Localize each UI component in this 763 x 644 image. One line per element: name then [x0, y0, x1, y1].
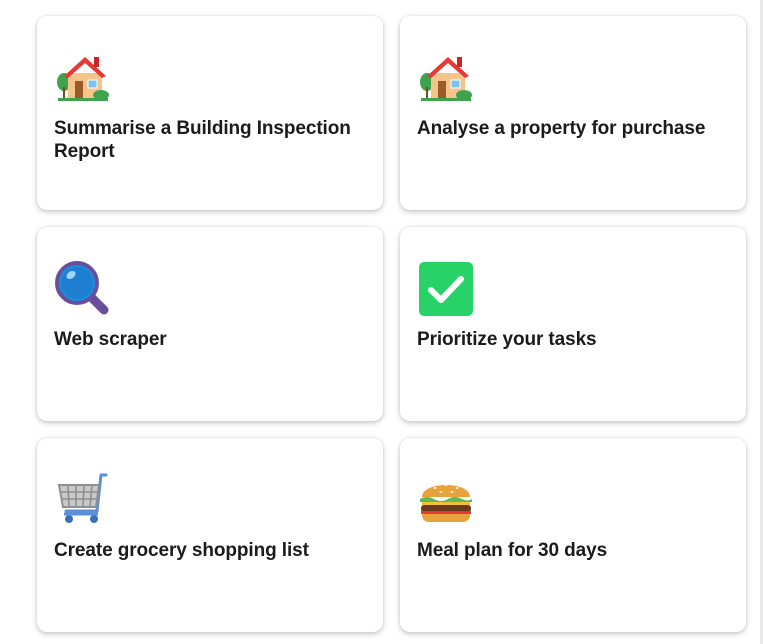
card-title: Create grocery shopping list — [54, 540, 309, 561]
card-title: Web scraper — [54, 329, 167, 350]
card-building-inspection-report[interactable]: Summarise a Building Inspection Report — [37, 16, 383, 210]
hamburger-icon — [417, 471, 475, 529]
card-analyse-property[interactable]: Analyse a property for purchase — [400, 16, 746, 210]
card-prioritize-tasks[interactable]: Prioritize your tasks — [400, 227, 746, 421]
shopping-cart-icon — [54, 471, 112, 529]
house-icon — [417, 49, 475, 107]
card-title: Meal plan for 30 days — [417, 540, 608, 561]
card-web-scraper[interactable]: Web scraper — [37, 227, 383, 421]
card-grocery-list[interactable]: Create grocery shopping list — [37, 438, 383, 632]
house-icon — [54, 49, 112, 107]
check-mark-icon — [417, 260, 475, 318]
card-title: Analyse a property for purchase — [417, 118, 706, 139]
template-cards-grid: Summarise a Building Inspection Report A… — [0, 0, 763, 644]
card-meal-plan[interactable]: Meal plan for 30 days — [400, 438, 746, 632]
card-title: Prioritize your tasks — [417, 329, 597, 350]
magnifying-glass-icon — [54, 260, 112, 318]
card-title: Summarise a Building Inspection Report — [54, 118, 351, 162]
